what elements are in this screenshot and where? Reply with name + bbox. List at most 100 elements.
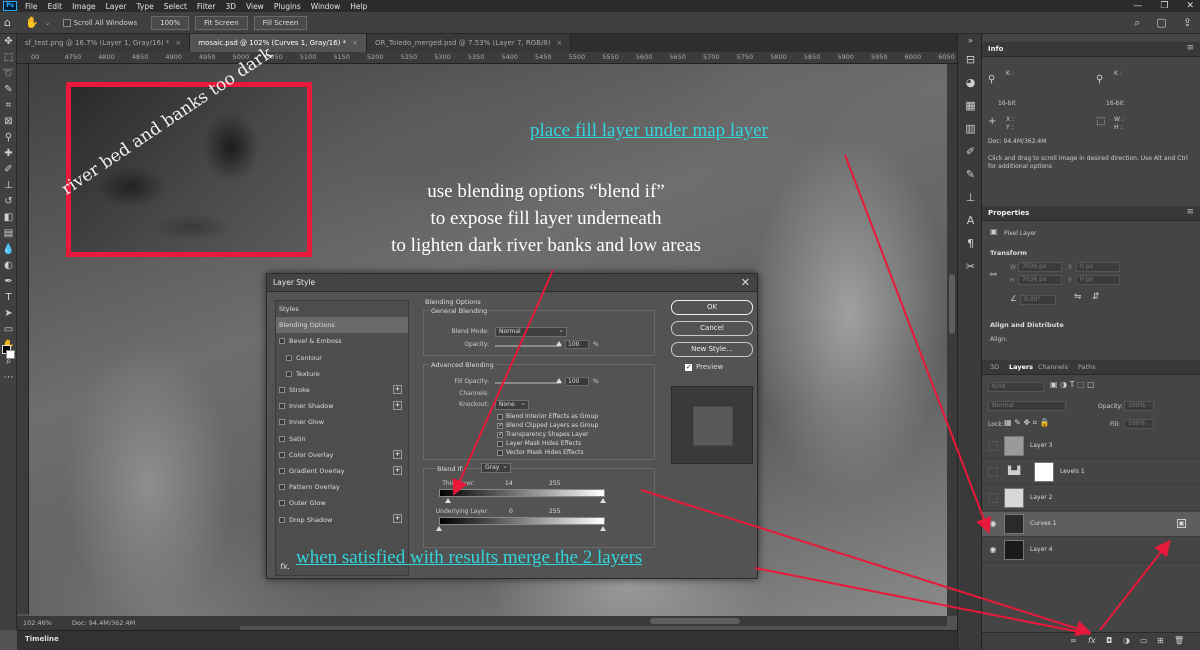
scroll-thumb[interactable] — [650, 618, 740, 624]
flip-horizontal-icon[interactable]: ⇋ — [1074, 292, 1082, 302]
zoom-level[interactable]: 102.46% — [23, 619, 52, 627]
clone-source-icon[interactable]: ⊥ — [958, 186, 983, 209]
vertical-scrollbar[interactable] — [947, 64, 957, 616]
layer-name[interactable]: Layer 4 — [1030, 546, 1052, 553]
marquee-tool-icon[interactable]: ⬚ — [0, 50, 17, 66]
tools-icon[interactable]: ✂ — [958, 255, 983, 278]
swatches-icon[interactable]: ▦ — [958, 94, 983, 117]
color-icon[interactable]: ◕ — [958, 71, 983, 94]
fx-icon[interactable]: fx. — [280, 562, 290, 571]
link-icon[interactable]: ⚯ — [990, 270, 997, 279]
x-field[interactable]: 0 px — [1076, 262, 1120, 272]
add-effect-icon[interactable]: + — [393, 449, 402, 459]
this-layer-high-knob[interactable] — [600, 498, 606, 503]
lasso-tool-icon[interactable]: ➰ — [0, 66, 17, 82]
advanced-option-checkbox[interactable]: Blend Clipped Layers as Group — [497, 422, 598, 429]
checkbox-icon[interactable] — [279, 451, 285, 458]
scroll-thumb[interactable] — [949, 274, 955, 334]
style-item-contour[interactable]: Contour — [276, 350, 408, 366]
visibility-eye-icon[interactable]: ◉ — [988, 545, 998, 555]
underlying-low-knob[interactable] — [436, 526, 442, 531]
height-field[interactable]: 7036 px — [1018, 275, 1062, 285]
layer-mask-thumbnail[interactable] — [1034, 462, 1054, 482]
checkbox-icon[interactable] — [279, 338, 285, 345]
advanced-option-checkbox[interactable]: Vector Mask Hides Effects — [497, 449, 584, 456]
move-tool-icon[interactable]: ✥ — [0, 34, 17, 50]
frame-tool-icon[interactable]: ⊠ — [0, 114, 17, 130]
checkbox-icon[interactable] — [279, 403, 285, 410]
menu-image[interactable]: Image — [67, 2, 101, 11]
close-icon[interactable]: × — [557, 39, 563, 47]
checkbox-icon[interactable] — [279, 419, 285, 426]
close-icon[interactable]: ✕ — [741, 276, 750, 289]
layer-filter-kind[interactable]: Kind — [988, 382, 1044, 392]
layer-thumbnail[interactable] — [1004, 540, 1024, 560]
layer-row[interactable]: ▙▟ Levels 1 — [982, 460, 1200, 485]
preview-checkbox[interactable]: Preview — [671, 363, 753, 371]
menu-view[interactable]: View — [241, 2, 269, 11]
tab-mosaic[interactable]: mosaic.psd @ 102% (Curves 1, Gray/16) * × — [190, 34, 368, 52]
layer-opacity-input[interactable]: 100% — [1124, 401, 1154, 411]
libraries-icon[interactable]: ▥ — [958, 117, 983, 140]
paragraph-icon[interactable]: ¶ — [958, 232, 983, 255]
add-effect-icon[interactable]: + — [393, 384, 402, 394]
tool-preset-chevron-icon[interactable]: ⌄ — [45, 19, 51, 27]
menu-3d[interactable]: 3D — [220, 2, 241, 11]
add-layer-style-icon[interactable]: fx — [1088, 636, 1096, 645]
layer-name[interactable]: Layer 3 — [1030, 442, 1052, 449]
blend-mode-dropdown[interactable]: Normal — [495, 326, 567, 337]
this-layer-gradient[interactable] — [439, 489, 605, 497]
fit-screen-button[interactable]: Fit Screen — [195, 15, 248, 30]
shape-tool-icon[interactable]: ▭ — [0, 322, 17, 338]
advanced-option-checkbox[interactable]: Blend Interior Effects as Group — [497, 413, 598, 420]
quick-select-tool-icon[interactable]: ✎ — [0, 82, 17, 98]
path-select-tool-icon[interactable]: ➤ — [0, 306, 17, 322]
blend-if-dropdown[interactable]: Gray — [481, 462, 511, 473]
panel-menu-icon[interactable]: ≡ — [1186, 43, 1194, 53]
visibility-eye-icon[interactable]: ◉ — [988, 519, 998, 529]
layer-effects-badge-icon[interactable]: ▣ — [1177, 519, 1186, 528]
checkbox-icon[interactable] — [286, 354, 292, 361]
history-icon[interactable]: ⊟ — [958, 48, 983, 71]
opacity-slider-knob[interactable] — [556, 341, 562, 346]
layer-row[interactable]: ◉ Curves 1 ▣ — [982, 512, 1200, 537]
menu-edit[interactable]: Edit — [43, 2, 68, 11]
more-tools-icon[interactable]: ⋯ — [0, 370, 17, 386]
eyedropper-tool-icon[interactable]: ⚲ — [0, 130, 17, 146]
add-mask-icon[interactable]: ◘ — [1106, 636, 1112, 645]
close-window-button[interactable]: ✕ — [1186, 0, 1194, 12]
background-color-swatch[interactable] — [6, 350, 15, 359]
style-item-stroke[interactable]: Stroke + — [276, 382, 408, 398]
menu-plugins[interactable]: Plugins — [269, 2, 306, 11]
checkbox-icon[interactable] — [279, 500, 285, 507]
character-icon[interactable]: A — [958, 209, 983, 232]
width-field[interactable]: 7036 px — [1018, 262, 1062, 272]
menu-window[interactable]: Window — [306, 2, 346, 11]
tab-paths[interactable]: Paths — [1078, 363, 1096, 371]
flip-vertical-icon[interactable]: ⇵ — [1092, 292, 1100, 302]
eraser-tool-icon[interactable]: ◧ — [0, 210, 17, 226]
info-panel-header[interactable]: Info ≡ — [982, 42, 1200, 57]
tab-or-toledo[interactable]: OR_Toledo_merged.psd @ 7.53% (Layer 7, R… — [367, 34, 572, 52]
fill-opacity-slider-knob[interactable] — [556, 378, 562, 383]
underlying-layer-gradient[interactable] — [439, 517, 605, 525]
menu-type[interactable]: Type — [132, 2, 159, 11]
checkbox-icon[interactable] — [279, 516, 285, 523]
layer-name[interactable]: Levels 1 — [1060, 468, 1085, 475]
knockout-dropdown[interactable]: None — [495, 399, 529, 410]
brushes-icon[interactable]: ✎ — [958, 163, 983, 186]
fill-opacity-slider[interactable] — [495, 382, 561, 384]
minimize-button[interactable]: — — [1133, 0, 1142, 12]
new-layer-icon[interactable]: ⊞ — [1157, 636, 1164, 645]
angle-field[interactable]: 0.00° — [1020, 295, 1056, 305]
collapse-icon[interactable]: » — [958, 34, 983, 48]
group-icon[interactable]: ▭ — [1140, 636, 1148, 645]
menu-filter[interactable]: Filter — [192, 2, 221, 11]
checkbox-icon[interactable] — [286, 370, 292, 377]
pen-tool-icon[interactable]: ✒ — [0, 274, 17, 290]
scroll-all-windows-checkbox[interactable]: Scroll All Windows — [62, 18, 137, 27]
cancel-button[interactable]: Cancel — [671, 321, 753, 336]
delete-layer-icon[interactable]: 🗑 — [1174, 636, 1184, 645]
styles-header[interactable]: Styles — [276, 301, 408, 317]
checkbox-icon[interactable] — [279, 484, 285, 491]
